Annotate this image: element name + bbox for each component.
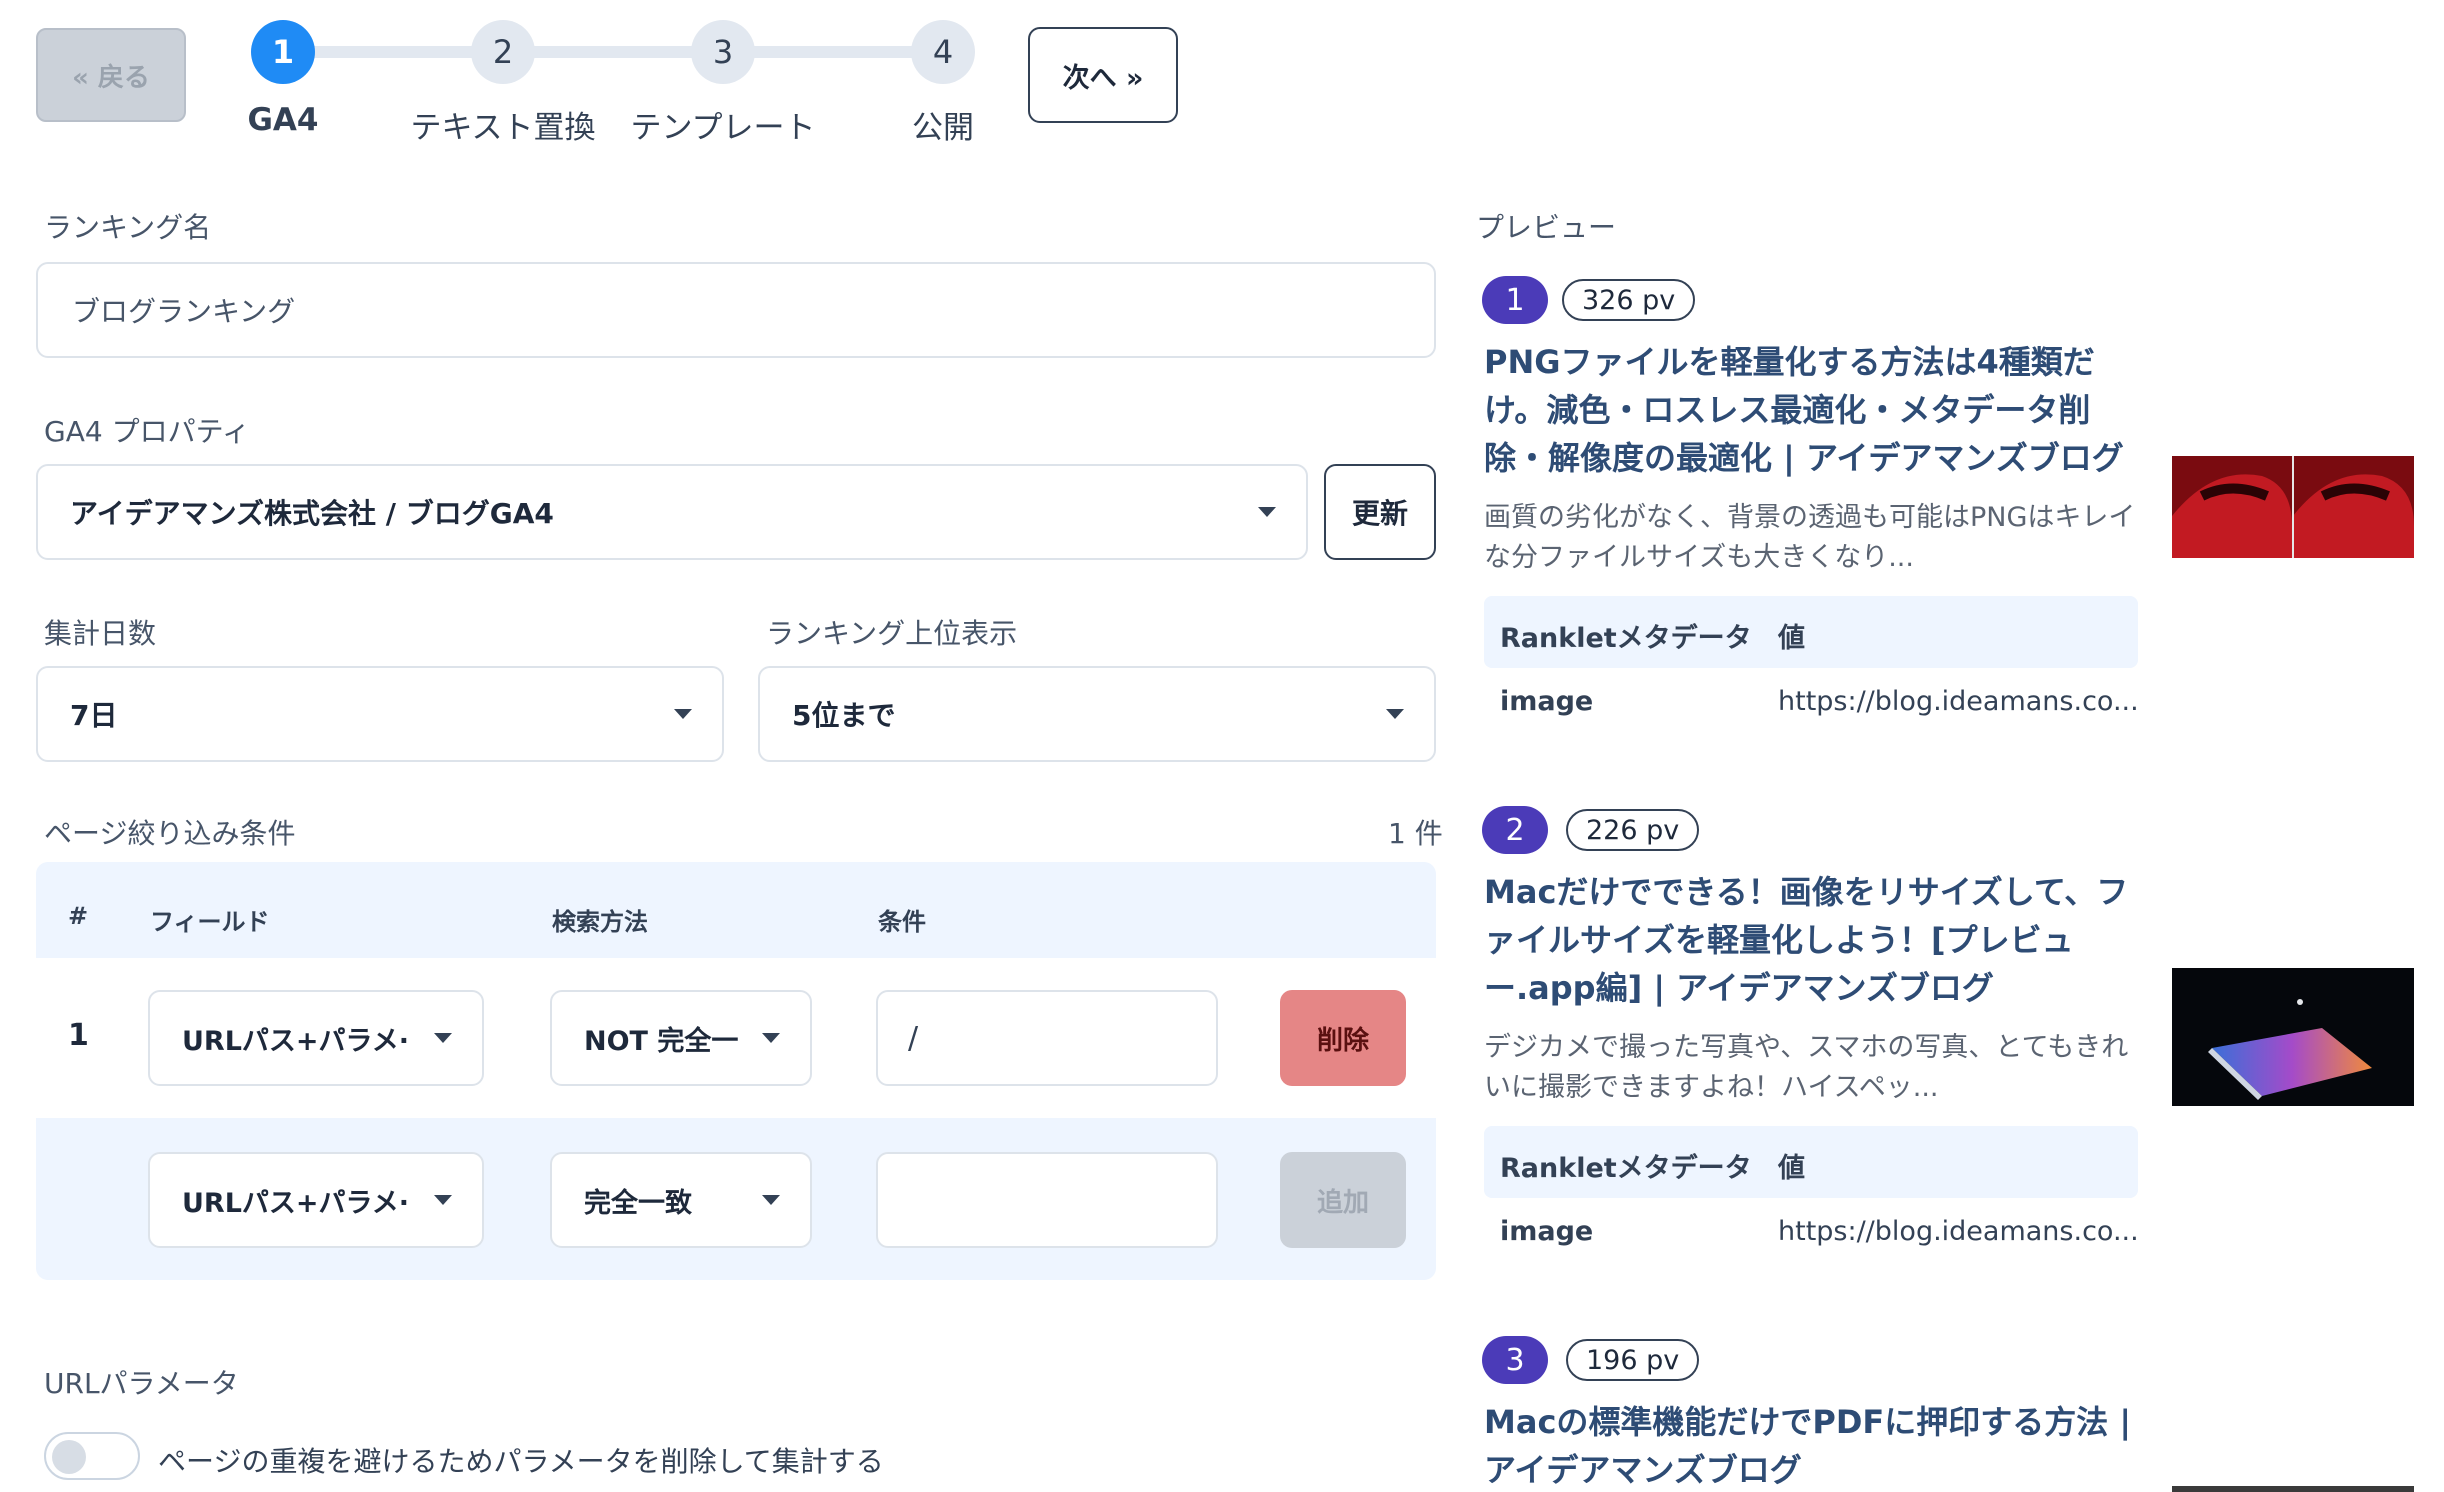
metadata-value: https://blog.ideamans.co... [1778,686,2139,717]
top-select[interactable]: 5位まで [758,666,1436,762]
field-select-value: URLパス+パラメ· [182,1025,409,1057]
metadata-header: Rankletメタデータ 値 [1484,596,2138,668]
metadata-value-header: 値 [1778,623,1805,654]
method-select-value: NOT 完全一 [584,1025,739,1057]
rank-badge: 2 [1482,806,1548,854]
table-row: 1 URLパス+パラメ· NOT 完全一 / 削除 [36,958,1436,1118]
metadata-key-header: Rankletメタデータ [1500,623,1752,654]
step-number: 4 [911,20,975,84]
step-number: 3 [691,20,755,84]
filters-label: ページ絞り込み条件 [44,817,296,850]
step-label: 公開 [912,110,974,146]
field-select-value: URLパス+パラメ· [182,1187,409,1219]
step-label: テキスト置換 [410,110,596,146]
remove-params-toggle[interactable] [44,1432,140,1480]
row-number: 1 [68,1018,89,1053]
metadata-header: Rankletメタデータ 値 [1484,1126,2138,1198]
days-label: 集計日数 [44,617,157,650]
top-select-value: 5位まで [792,699,896,732]
chevron-down-icon [1258,507,1276,517]
pv-badge: 326 pv [1562,279,1696,321]
refresh-button[interactable]: 更新 [1324,464,1436,560]
back-button[interactable]: « 戻る [36,28,186,122]
preview-label: プレビュー [1476,211,1617,244]
step-label: GA4 [247,102,319,138]
article-thumbnail [2172,456,2414,558]
header-condition: 条件 [878,908,926,936]
field-select[interactable]: URLパス+パラメ· [148,990,484,1086]
thumbnail-image [2172,968,2414,1106]
article-title[interactable]: Macだけでできる！画像をリサイズして、ファイルサイズを軽量化しよう！[プレビュ… [1484,868,2134,1012]
property-label: GA4 プロパティ [44,415,250,448]
add-button[interactable]: 追加 [1280,1152,1406,1248]
condition-input[interactable]: / [876,990,1218,1086]
url-params-label: URLパラメータ [44,1367,239,1400]
metadata-value: https://blog.ideamans.co... [1778,1216,2139,1247]
next-button[interactable]: 次へ » [1028,27,1178,123]
header-field: フィールド [150,908,270,936]
chevron-down-icon [434,1195,452,1205]
rank-badge: 3 [1482,1336,1548,1384]
toggle-knob [52,1440,86,1474]
article-title[interactable]: Macの標準機能だけでPDFに押印する方法 | アイデアマンズブログ [1484,1398,2134,1492]
chevron-down-icon [434,1033,452,1043]
filters-table: # フィールド 検索方法 条件 1 URLパス+パラメ· NOT 完全一 / 削… [36,862,1436,1280]
thumbnail-image [2172,456,2414,558]
filters-count: 1 件 [1388,817,1443,850]
metadata-value-header: 値 [1778,1153,1805,1184]
header-method: 検索方法 [552,908,648,936]
article-title[interactable]: PNGファイルを軽量化する方法は4種類だけ。減色・ロスレス最適化・メタデータ削除… [1484,338,2134,482]
property-select[interactable]: アイデアマンズ株式会社 / ブログGA4 [36,464,1308,560]
chevron-down-icon [762,1033,780,1043]
toggle-label: ページの重複を避けるためパラメータを削除して集計する [158,1445,884,1478]
step-ga4[interactable]: 1 GA4 [173,20,393,138]
top-label: ランキング上位表示 [766,617,1018,650]
step-template[interactable]: 3 テンプレート [613,20,833,147]
method-select[interactable]: NOT 完全一 [550,990,812,1086]
step-label: テンプレート [630,110,816,146]
step-publish[interactable]: 4 公開 [833,20,1053,147]
days-select[interactable]: 7日 [36,666,724,762]
ranking-name-label: ランキング名 [44,211,212,244]
chevron-down-icon [674,709,692,719]
article-description: デジカメで撮った写真や、スマホの写真、とてもきれいに撮影できますよね！ハイスペッ… [1484,1032,2129,1103]
step-number: 2 [471,20,535,84]
property-select-value: アイデアマンズ株式会社 / ブログGA4 [70,497,554,530]
ranking-editor-page: « 戻る 1 GA4 2 テキスト置換 3 テンプレート 4 公開 次へ » ラ… [0,0,2444,1492]
rank-badge: 1 [1482,276,1548,324]
article-description: 画質の劣化がなく、背景の透過も可能はPNGはキレイな分ファイルサイズも大きくなり… [1484,502,2136,573]
chevron-down-icon [1386,709,1404,719]
delete-button[interactable]: 削除 [1280,990,1406,1086]
step-number: 1 [251,20,315,84]
metadata-row: image https://blog.ideamans.co... [1484,668,2139,740]
method-select-value: 完全一致 [584,1187,692,1219]
pv-badge: 196 pv [1566,1339,1700,1381]
pv-badge: 226 pv [1566,809,1700,851]
step-text-replace[interactable]: 2 テキスト置換 [393,20,613,147]
new-condition-input[interactable] [876,1152,1218,1248]
new-field-select[interactable]: URLパス+パラメ· [148,1152,484,1248]
metadata-key-header: Rankletメタデータ [1500,1153,1752,1184]
article-thumbnail [2172,968,2414,1106]
days-select-value: 7日 [70,699,118,732]
article-thumbnail [2172,1486,2414,1492]
chevron-down-icon [762,1195,780,1205]
new-method-select[interactable]: 完全一致 [550,1152,812,1248]
metadata-key: image [1500,686,1594,717]
header-num: # [68,902,89,930]
metadata-key: image [1500,1216,1594,1247]
metadata-row: image https://blog.ideamans.co... [1484,1198,2139,1270]
ranking-name-input[interactable]: ブログランキング [36,262,1436,358]
